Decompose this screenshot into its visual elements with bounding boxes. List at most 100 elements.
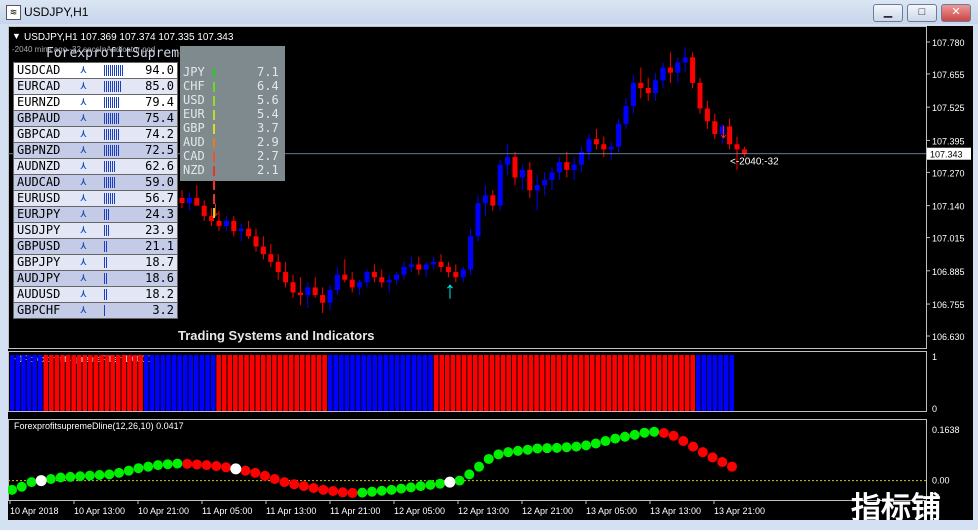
trend-arrow-icon: ⋏ bbox=[80, 143, 87, 156]
filter-bar bbox=[115, 355, 121, 411]
pair-value: 18.2 bbox=[145, 287, 174, 301]
filter-bar bbox=[472, 355, 478, 411]
candle-body bbox=[712, 121, 718, 135]
filter-bar bbox=[467, 355, 472, 411]
x-tick-label: 12 Apr 13:00 bbox=[458, 506, 509, 516]
filter-bar bbox=[595, 355, 601, 411]
candle-body bbox=[564, 162, 570, 170]
trend-arrow-icon: ⋏ bbox=[80, 239, 87, 252]
pair-name: USDJPY bbox=[17, 223, 61, 237]
filter-bar bbox=[76, 355, 82, 411]
pair-name: EURJPY bbox=[17, 207, 61, 221]
filter-bar bbox=[149, 355, 154, 411]
filter-bar bbox=[450, 355, 456, 411]
currency-name: GBP bbox=[183, 121, 205, 135]
filter-bar bbox=[489, 355, 495, 411]
maximize-button[interactable]: □ bbox=[907, 4, 937, 22]
pair-value: 3.2 bbox=[152, 303, 174, 317]
dline-point bbox=[454, 475, 465, 486]
y-tick-label: 107.780 bbox=[932, 38, 965, 48]
filter-bar bbox=[428, 355, 433, 411]
strength-bars bbox=[104, 113, 120, 124]
filter-bar bbox=[601, 355, 606, 411]
filter-bar bbox=[439, 355, 444, 411]
meter-row: AUDCAD ⋏ 59.0 bbox=[13, 174, 178, 191]
dline-point bbox=[503, 447, 514, 458]
dline-point bbox=[561, 442, 572, 453]
candle-body bbox=[431, 261, 437, 265]
filter-bar bbox=[60, 355, 65, 411]
filter-bar bbox=[82, 355, 88, 411]
close-button[interactable]: ✕ bbox=[941, 4, 971, 22]
candle-body bbox=[660, 67, 666, 81]
candle-body bbox=[682, 57, 688, 63]
filter-bar bbox=[160, 355, 166, 411]
dline-point bbox=[26, 477, 37, 488]
trend-arrow-icon: ⋏ bbox=[80, 191, 87, 204]
pair-value: 85.0 bbox=[145, 79, 174, 93]
terminal-window: ≋ USDJPY,H1 ▁ □ ✕ USDJPY,H1 107.369 107.… bbox=[0, 0, 978, 530]
currency-value: 2.7 bbox=[257, 149, 279, 163]
filter-bar bbox=[634, 355, 640, 411]
filter-bar bbox=[640, 355, 645, 411]
dline-point bbox=[298, 481, 309, 492]
filter-bar bbox=[383, 355, 389, 411]
dline-point bbox=[697, 447, 708, 458]
meter-row: EURCAD ⋏ 85.0 bbox=[13, 78, 178, 95]
candle-body bbox=[586, 139, 592, 152]
strength-bars bbox=[104, 81, 122, 92]
x-tick-label: 11 Apr 21:00 bbox=[330, 506, 380, 516]
filter-bar bbox=[233, 355, 238, 411]
x-tick-label: 13 Apr 13:00 bbox=[650, 506, 701, 516]
currency-row: CHF 6.4 bbox=[183, 79, 279, 204]
currency-name: EUR bbox=[183, 107, 205, 121]
y-tick-label: 107.525 bbox=[932, 103, 965, 113]
y-tick-label: 107.015 bbox=[932, 234, 965, 244]
filter-bar bbox=[110, 355, 115, 411]
candle-body bbox=[667, 67, 673, 73]
filter-bar bbox=[673, 355, 679, 411]
candle-body bbox=[371, 272, 377, 278]
candle-body bbox=[423, 264, 429, 270]
dline-point bbox=[94, 470, 105, 481]
dline-point bbox=[279, 477, 290, 488]
candle-body bbox=[593, 139, 599, 145]
filter-bar bbox=[26, 355, 32, 411]
candle-body bbox=[342, 274, 348, 280]
filter-bar bbox=[327, 355, 333, 411]
dline-point bbox=[45, 474, 56, 485]
meter-row: USDCAD ⋏ 94.0 bbox=[13, 62, 178, 79]
candle-body bbox=[482, 195, 488, 204]
trend-arrow-icon: ⋏ bbox=[80, 303, 87, 316]
dline-point bbox=[688, 441, 699, 452]
dline-point bbox=[405, 482, 416, 493]
filter-bar bbox=[171, 355, 177, 411]
filter-bar bbox=[272, 355, 277, 411]
trend-arrow-icon: ⋏ bbox=[80, 207, 87, 220]
dline-label: ForexprofitsupremeDline(12,26,10) 0.0417 bbox=[14, 421, 184, 431]
filter-bar bbox=[283, 355, 288, 411]
filter-bar bbox=[221, 355, 227, 411]
x-tick-label: 11 Apr 05:00 bbox=[202, 506, 252, 516]
currency-name: JPY bbox=[183, 65, 205, 79]
pair-value: 94.0 bbox=[145, 63, 174, 77]
filter-bar bbox=[679, 355, 684, 411]
filter-bar bbox=[495, 355, 500, 411]
filter-bar bbox=[249, 355, 255, 411]
pair-name: GBPUSD bbox=[17, 239, 61, 253]
filter-bar bbox=[194, 355, 199, 411]
candle-body bbox=[327, 289, 333, 303]
watermark-logo: 指标铺 bbox=[851, 492, 941, 520]
dline-point bbox=[396, 483, 407, 494]
filter-bar bbox=[361, 355, 366, 411]
filter-bar bbox=[695, 355, 701, 411]
candle-body bbox=[349, 279, 355, 288]
candle-body bbox=[460, 269, 466, 278]
candle-body bbox=[653, 80, 659, 94]
buy-arrow-icon: ↑ bbox=[444, 277, 456, 304]
filter-bar bbox=[305, 355, 311, 411]
pair-value: 79.4 bbox=[145, 95, 174, 109]
trend-arrow-icon: ⋏ bbox=[80, 223, 87, 236]
minimize-button[interactable]: ▁ bbox=[873, 4, 903, 22]
dline-point bbox=[182, 458, 193, 469]
